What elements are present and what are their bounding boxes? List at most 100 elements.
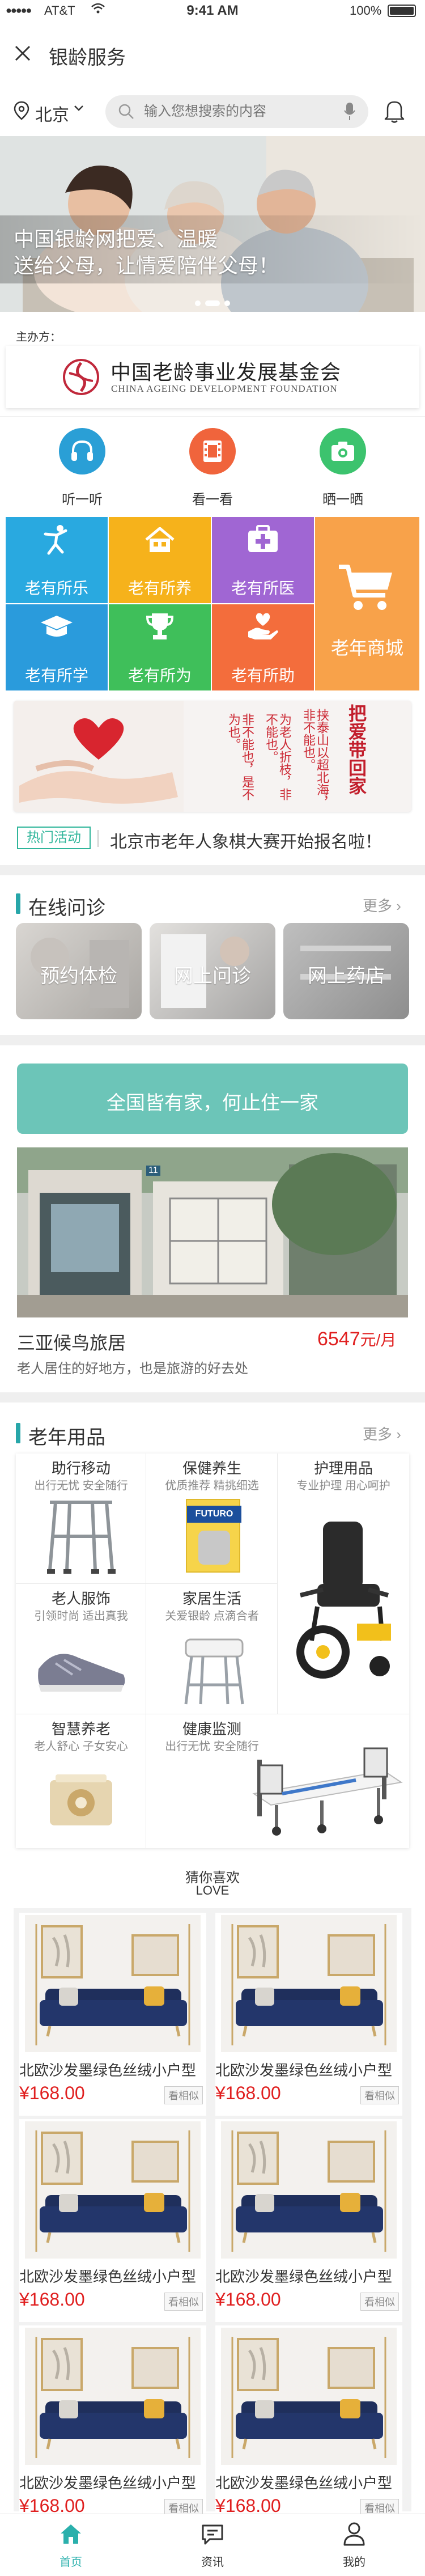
bell-icon[interactable] [383,99,406,126]
product-card[interactable]: 北欧沙发墨绿色丝绒小户型 ¥168.00 看相似 [215,2119,402,2322]
consult-card-online[interactable]: 网上问诊 [150,923,275,1019]
sponsor-section: 主办方： 中国老龄事业发展基金会 CHINA AGEING DEVELOPMEN… [0,323,425,408]
supply-cell-smart[interactable]: 智慧养老 老人舒心 子女安心 [16,1714,146,1848]
hostel-card[interactable]: 11 三亚候鸟旅居 6547元/月 老人居住的好地方，也是旅游的好去处 [17,1147,408,1376]
hostel-desc: 老人居住的好地方，也是旅游的好去处 [17,1361,248,1376]
cell-title: 智慧养老 [51,1721,110,1738]
hostel-price: 6547元/月 [317,1328,396,1350]
cell-subtitle: 引领时尚 适出真我 [34,1610,128,1622]
product-price: ¥168.00 [215,2083,281,2103]
carousel-dot[interactable] [224,300,230,306]
service-label: 老有所学 [24,667,88,684]
product-image [25,2328,201,2465]
service-tile-achieve[interactable]: 老有所为 [109,604,211,690]
tab-home[interactable]: 首页 [0,2514,142,2576]
search-icon [118,103,135,123]
brand-label: FUTURO [187,1506,241,1523]
walker-image [47,1501,116,1574]
product-card[interactable]: 北欧沙发墨绿色丝绒小户型 ¥168.00 看相似 [19,1913,206,2116]
chevron-down-icon [74,104,84,115]
consult-card-label: 预约体检 [40,965,117,987]
supply-cell-nursing[interactable]: 护理用品 专业护理 用心呵护 [278,1454,409,1714]
section-divider [0,865,425,875]
status-bar: ●●●●● AT&T 9:41 AM 100% [0,0,425,23]
product-name: 北欧沙发墨绿色丝绒小户型 [215,2268,393,2285]
similar-button[interactable]: 看相似 [360,2293,399,2311]
city-label: 北京 [35,106,69,125]
senior-mall-tile[interactable]: 老年商城 [315,517,419,690]
close-icon[interactable] [14,44,32,65]
hostel-name: 三亚候鸟旅居 [17,1333,126,1353]
product-card[interactable]: 北欧沙发墨绿色丝绒小户型 ¥168.00 看相似 [215,2325,402,2528]
service-tile-help[interactable]: 老有所助 [212,604,314,690]
charity-title: 把爱带回家 [346,704,367,795]
consult-card-pharmacy[interactable]: 网上药店 [283,923,409,1019]
consult-card-checkup[interactable]: 预约体检 [16,923,142,1019]
product-card[interactable]: 北欧沙发墨绿色丝绒小户型 ¥168.00 看相似 [215,1913,402,2116]
carousel-dot[interactable] [195,300,201,306]
similar-button[interactable]: 看相似 [360,2086,399,2104]
door-number: 11 [146,1166,160,1176]
supply-cell-home[interactable]: 家居生活 关爱银龄 点滴合者 [146,1584,278,1714]
supply-cell-health[interactable]: 保健养生 优质推荐 精挑细选 FUTURO [146,1454,278,1584]
supplies-more-link[interactable]: 更多 › [363,1423,401,1444]
microphone-icon[interactable] [343,102,356,124]
dancer-icon [43,524,70,560]
banner-line-1: 中国银龄网把爱、温暖 [14,227,218,251]
hospital-bed-image [252,1747,403,1836]
quick-action-share[interactable]: 晒一晒 [295,428,391,507]
consult-card-label: 网上药店 [308,965,385,987]
service-tile-medical[interactable]: 老有所医 [212,517,314,603]
title-accent-bar [16,1423,20,1443]
similar-button[interactable]: 看相似 [164,2086,203,2104]
hostel-price-unit: 元/月 [360,1331,397,1349]
product-image [25,2121,201,2259]
supply-cell-mobility[interactable]: 助行移动 出行无忧 安全随行 [16,1454,146,1584]
service-tile-care[interactable]: 老有所养 [109,517,211,603]
city-selector[interactable]: 北京 [14,95,99,126]
camera-icon [320,428,366,474]
hostel-price-value: 6547 [317,1328,360,1350]
product-card[interactable]: 北欧沙发墨绿色丝绒小户型 ¥168.00 看相似 [19,2119,206,2322]
search-input[interactable] [144,101,325,122]
product-illustration [198,1531,230,1565]
quick-action-label: 听一听 [62,492,103,507]
service-tile-study[interactable]: 老有所学 [6,604,108,690]
more-label: 更多 [363,897,393,914]
slogan-banner[interactable]: 全国皆有家，何止住一家 [17,1064,408,1134]
cell-subtitle: 专业护理 用心呵护 [296,1480,390,1492]
consult-more-link[interactable]: 更多 › [363,895,401,916]
search-box[interactable] [105,95,368,128]
charity-verse-3: 挟泰山以超北海，非不能也。 [301,709,329,808]
news-tag: 热门活动 [17,827,91,849]
supplies-title: 老年用品 [28,1427,105,1448]
product-name: 北欧沙发墨绿色丝绒小户型 [19,2475,197,2492]
quick-action-watch[interactable]: 看一看 [164,428,261,507]
foundation-logo [62,358,100,399]
product-card[interactable]: 北欧沙发墨绿色丝绒小户型 ¥168.00 看相似 [19,2325,206,2528]
consult-card-label: 网上问诊 [174,965,251,987]
divider [97,830,99,847]
graduation-cap-icon [40,613,74,643]
product-image [25,1915,201,2052]
supply-cell-monitoring[interactable]: 健康监测 出行无忧 安全随行 [146,1714,409,1848]
product-price: ¥168.00 [215,2289,281,2310]
product-name: 北欧沙发墨绿色丝绒小户型 [19,2268,197,2285]
similar-button[interactable]: 看相似 [164,2293,203,2311]
charity-banner[interactable]: 非不能也，是不为也。 为老人折枝，非不能也。 挟泰山以超北海，非不能也。 把爱带… [14,701,411,812]
carousel-dot-active[interactable] [205,300,220,306]
carousel-dots [195,300,230,306]
home-icon [59,2522,83,2549]
helping-hand-icon [247,611,279,646]
consult-title: 在线问诊 [28,897,105,919]
cart-icon [338,564,394,616]
service-tile-leisure[interactable]: 老有所乐 [6,517,108,603]
quick-action-listen[interactable]: 听一听 [34,428,130,507]
supply-cell-apparel[interactable]: 老人服饰 引领时尚 适出真我 [16,1584,146,1714]
heart-hands-image [14,701,184,812]
tab-profile[interactable]: 我的 [283,2514,425,2576]
news-ticker[interactable]: 热门活动 北京市老年人象棋大赛开始报名啦！ [0,821,425,855]
sponsor-card[interactable]: 中国老龄事业发展基金会 CHINA AGEING DEVELOPMENT FOU… [6,346,419,408]
tab-news[interactable]: 资讯 [142,2514,283,2576]
hero-banner[interactable]: 中国银龄网把爱、温暖 送给父母，让情爱陪伴父母！ [0,136,425,312]
